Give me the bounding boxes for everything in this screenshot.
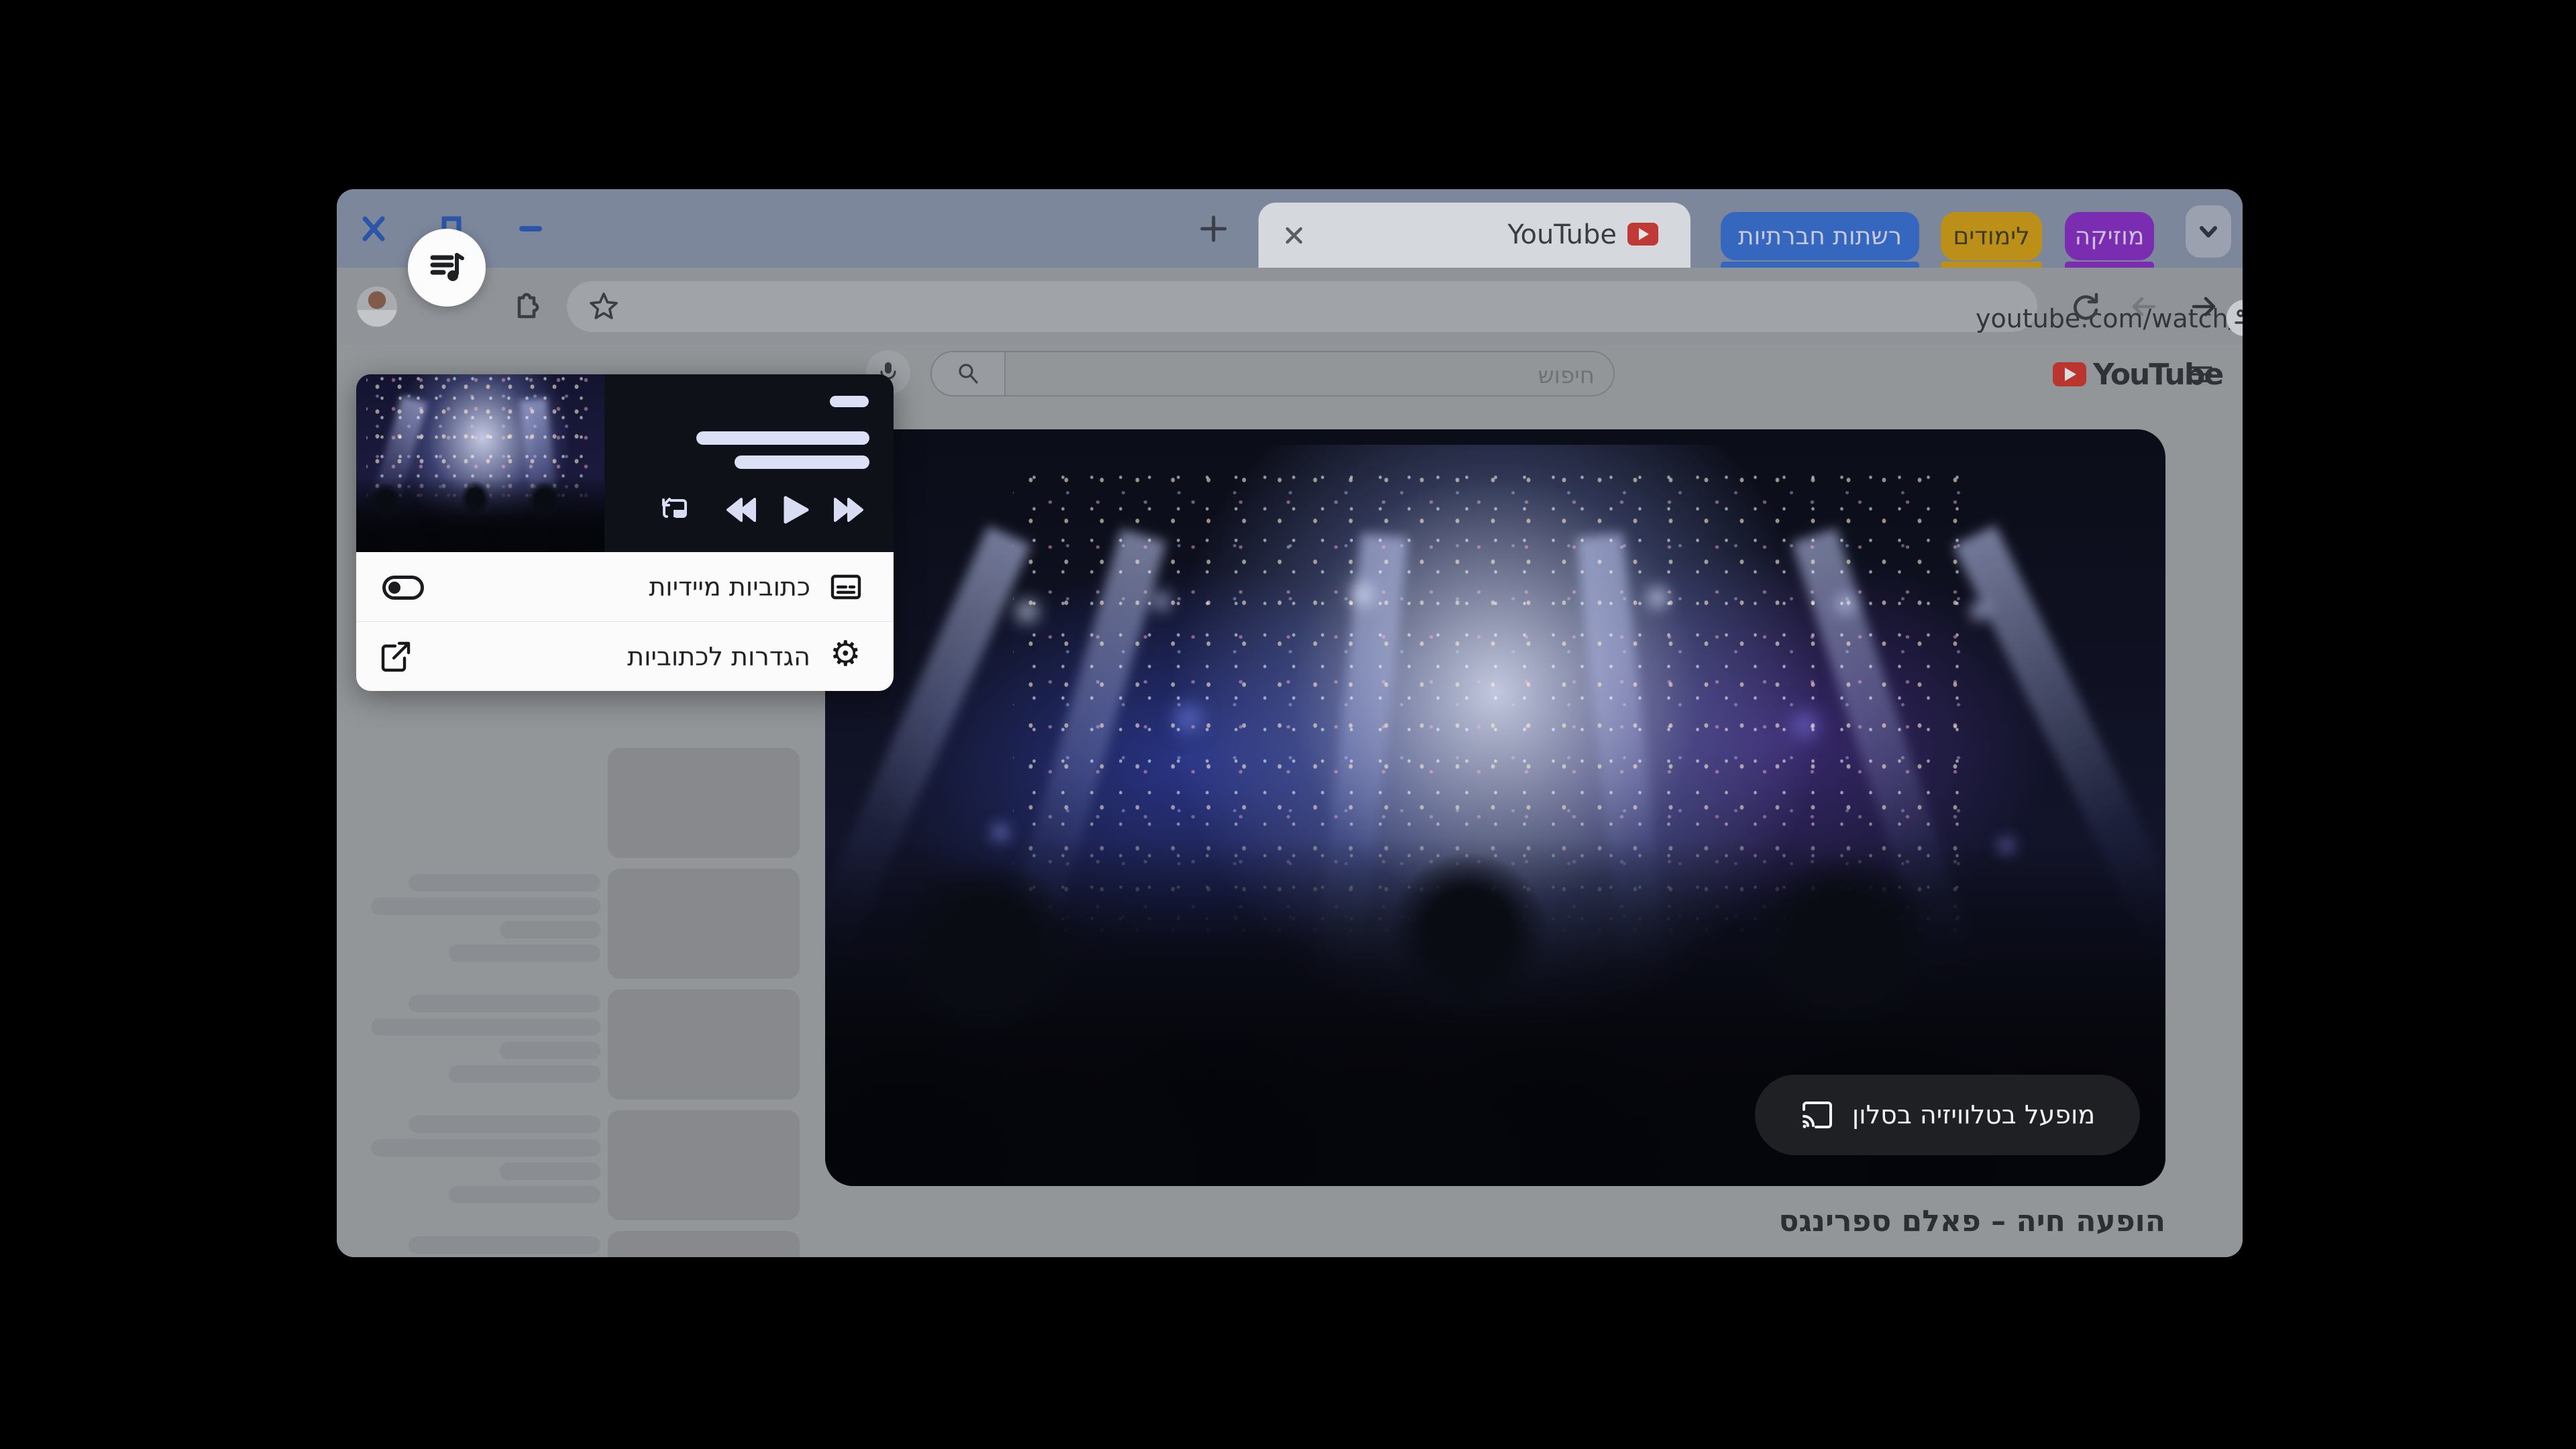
tab-title: YouTube xyxy=(1507,219,1617,250)
live-captions-icon xyxy=(828,570,863,604)
forward-arrow-icon[interactable] xyxy=(2127,290,2161,323)
video-player[interactable]: מופעל בטלוויזיה בסלון xyxy=(825,429,2165,1186)
tab-group-music[interactable]: מוזיקה xyxy=(2065,212,2154,260)
skeleton-artist-bar xyxy=(735,455,869,469)
search-icon xyxy=(959,364,978,384)
search-button[interactable] xyxy=(932,352,1006,395)
skeleton-thumbnail xyxy=(608,1231,800,1257)
captions-section: כתוביות מיידיות ⚙ הגדרות לכתוביות xyxy=(356,552,894,691)
cast-toast-label: מופעל בטלוויזיה בסלון xyxy=(1851,1100,2096,1130)
media-controls-popup: כתוביות מיידיות ⚙ הגדרות לכתוביות xyxy=(356,374,894,691)
media-controls-button[interactable] xyxy=(408,229,486,307)
search-placeholder[interactable]: חיפוש xyxy=(1538,362,1595,389)
skeleton-list-item xyxy=(356,1110,800,1220)
related-videos-skeleton xyxy=(356,748,800,1257)
skeleton-thumbnail xyxy=(608,989,800,1099)
concert-scene xyxy=(825,429,2165,1186)
tune-icon xyxy=(2235,309,2243,324)
tab-close-icon[interactable] xyxy=(1283,224,1305,247)
profile-avatar[interactable] xyxy=(357,286,397,327)
skeleton-list-item xyxy=(356,1231,800,1257)
skeleton-thumbnail xyxy=(608,869,800,979)
tab-group-studies-underline xyxy=(1941,262,2042,268)
skeleton-title-bar xyxy=(696,431,869,445)
address-bar[interactable]: youtube.com/watch/ xyxy=(567,281,2243,336)
back-arrow-icon[interactable] xyxy=(2187,290,2220,323)
tab-search-button[interactable] xyxy=(2186,205,2231,258)
video-title: הופעה חיה – פאלם ספרינגס xyxy=(1778,1204,2165,1238)
media-controls-icon xyxy=(425,246,469,290)
tab-group-studies[interactable]: לימודים xyxy=(1941,212,2042,260)
next-track-icon[interactable] xyxy=(831,495,863,525)
window-minimize-icon[interactable] xyxy=(515,213,546,244)
live-captions-label: כתוביות מיידיות xyxy=(649,572,810,602)
extensions-puzzle-icon[interactable] xyxy=(508,290,541,323)
now-playing-card[interactable] xyxy=(356,374,894,552)
play-icon[interactable] xyxy=(782,494,811,526)
previous-track-icon[interactable] xyxy=(727,495,759,525)
active-tab[interactable]: YouTube xyxy=(1258,203,1690,268)
reload-icon[interactable] xyxy=(2069,290,2102,323)
tab-group-music-underline xyxy=(2065,262,2154,268)
chevron-down-icon xyxy=(2200,226,2217,237)
hamburger-menu-icon[interactable] xyxy=(2188,363,2214,386)
skeleton-thumbnail xyxy=(608,748,800,858)
open-in-new-icon xyxy=(379,639,413,674)
tab-group-social[interactable]: רשתות חברתיות xyxy=(1721,212,1919,260)
skeleton-list-item xyxy=(356,989,800,1099)
tab-strip: YouTube רשתות חברתיות לימודים מוזיקה xyxy=(337,189,2243,268)
skeleton-list-item xyxy=(356,869,800,979)
skeleton-thumbnail xyxy=(608,1110,800,1220)
caption-settings-row[interactable]: ⚙ הגדרות לכתוביות xyxy=(356,622,894,691)
youtube-logo-icon[interactable] xyxy=(2053,362,2086,386)
settings-gear-icon: ⚙ xyxy=(830,634,861,674)
live-captions-row[interactable]: כתוביות מיידיות xyxy=(356,552,894,621)
tab-group-social-underline xyxy=(1721,262,1919,268)
cast-toast[interactable]: מופעל בטלוויזיה בסלון xyxy=(1755,1075,2140,1155)
new-tab-button[interactable] xyxy=(1197,212,1230,246)
browser-window: YouTube רשתות חברתיות לימודים מוזיקה you… xyxy=(337,189,2243,1257)
search-bar[interactable]: חיפוש xyxy=(930,351,1615,396)
browser-toolbar: youtube.com/watch/ xyxy=(337,268,2243,345)
live-captions-toggle[interactable] xyxy=(382,576,424,600)
cast-icon xyxy=(1800,1100,1835,1130)
skeleton-source-bar xyxy=(830,396,869,407)
picture-in-picture-icon[interactable] xyxy=(657,492,692,527)
bookmark-star-icon[interactable] xyxy=(587,290,621,323)
skeleton-list-item xyxy=(356,748,800,858)
album-art xyxy=(356,374,604,552)
caption-settings-label: הגדרות לכתוביות xyxy=(627,642,810,672)
youtube-favicon-icon xyxy=(1627,223,1658,246)
window-close-icon[interactable] xyxy=(358,213,389,244)
